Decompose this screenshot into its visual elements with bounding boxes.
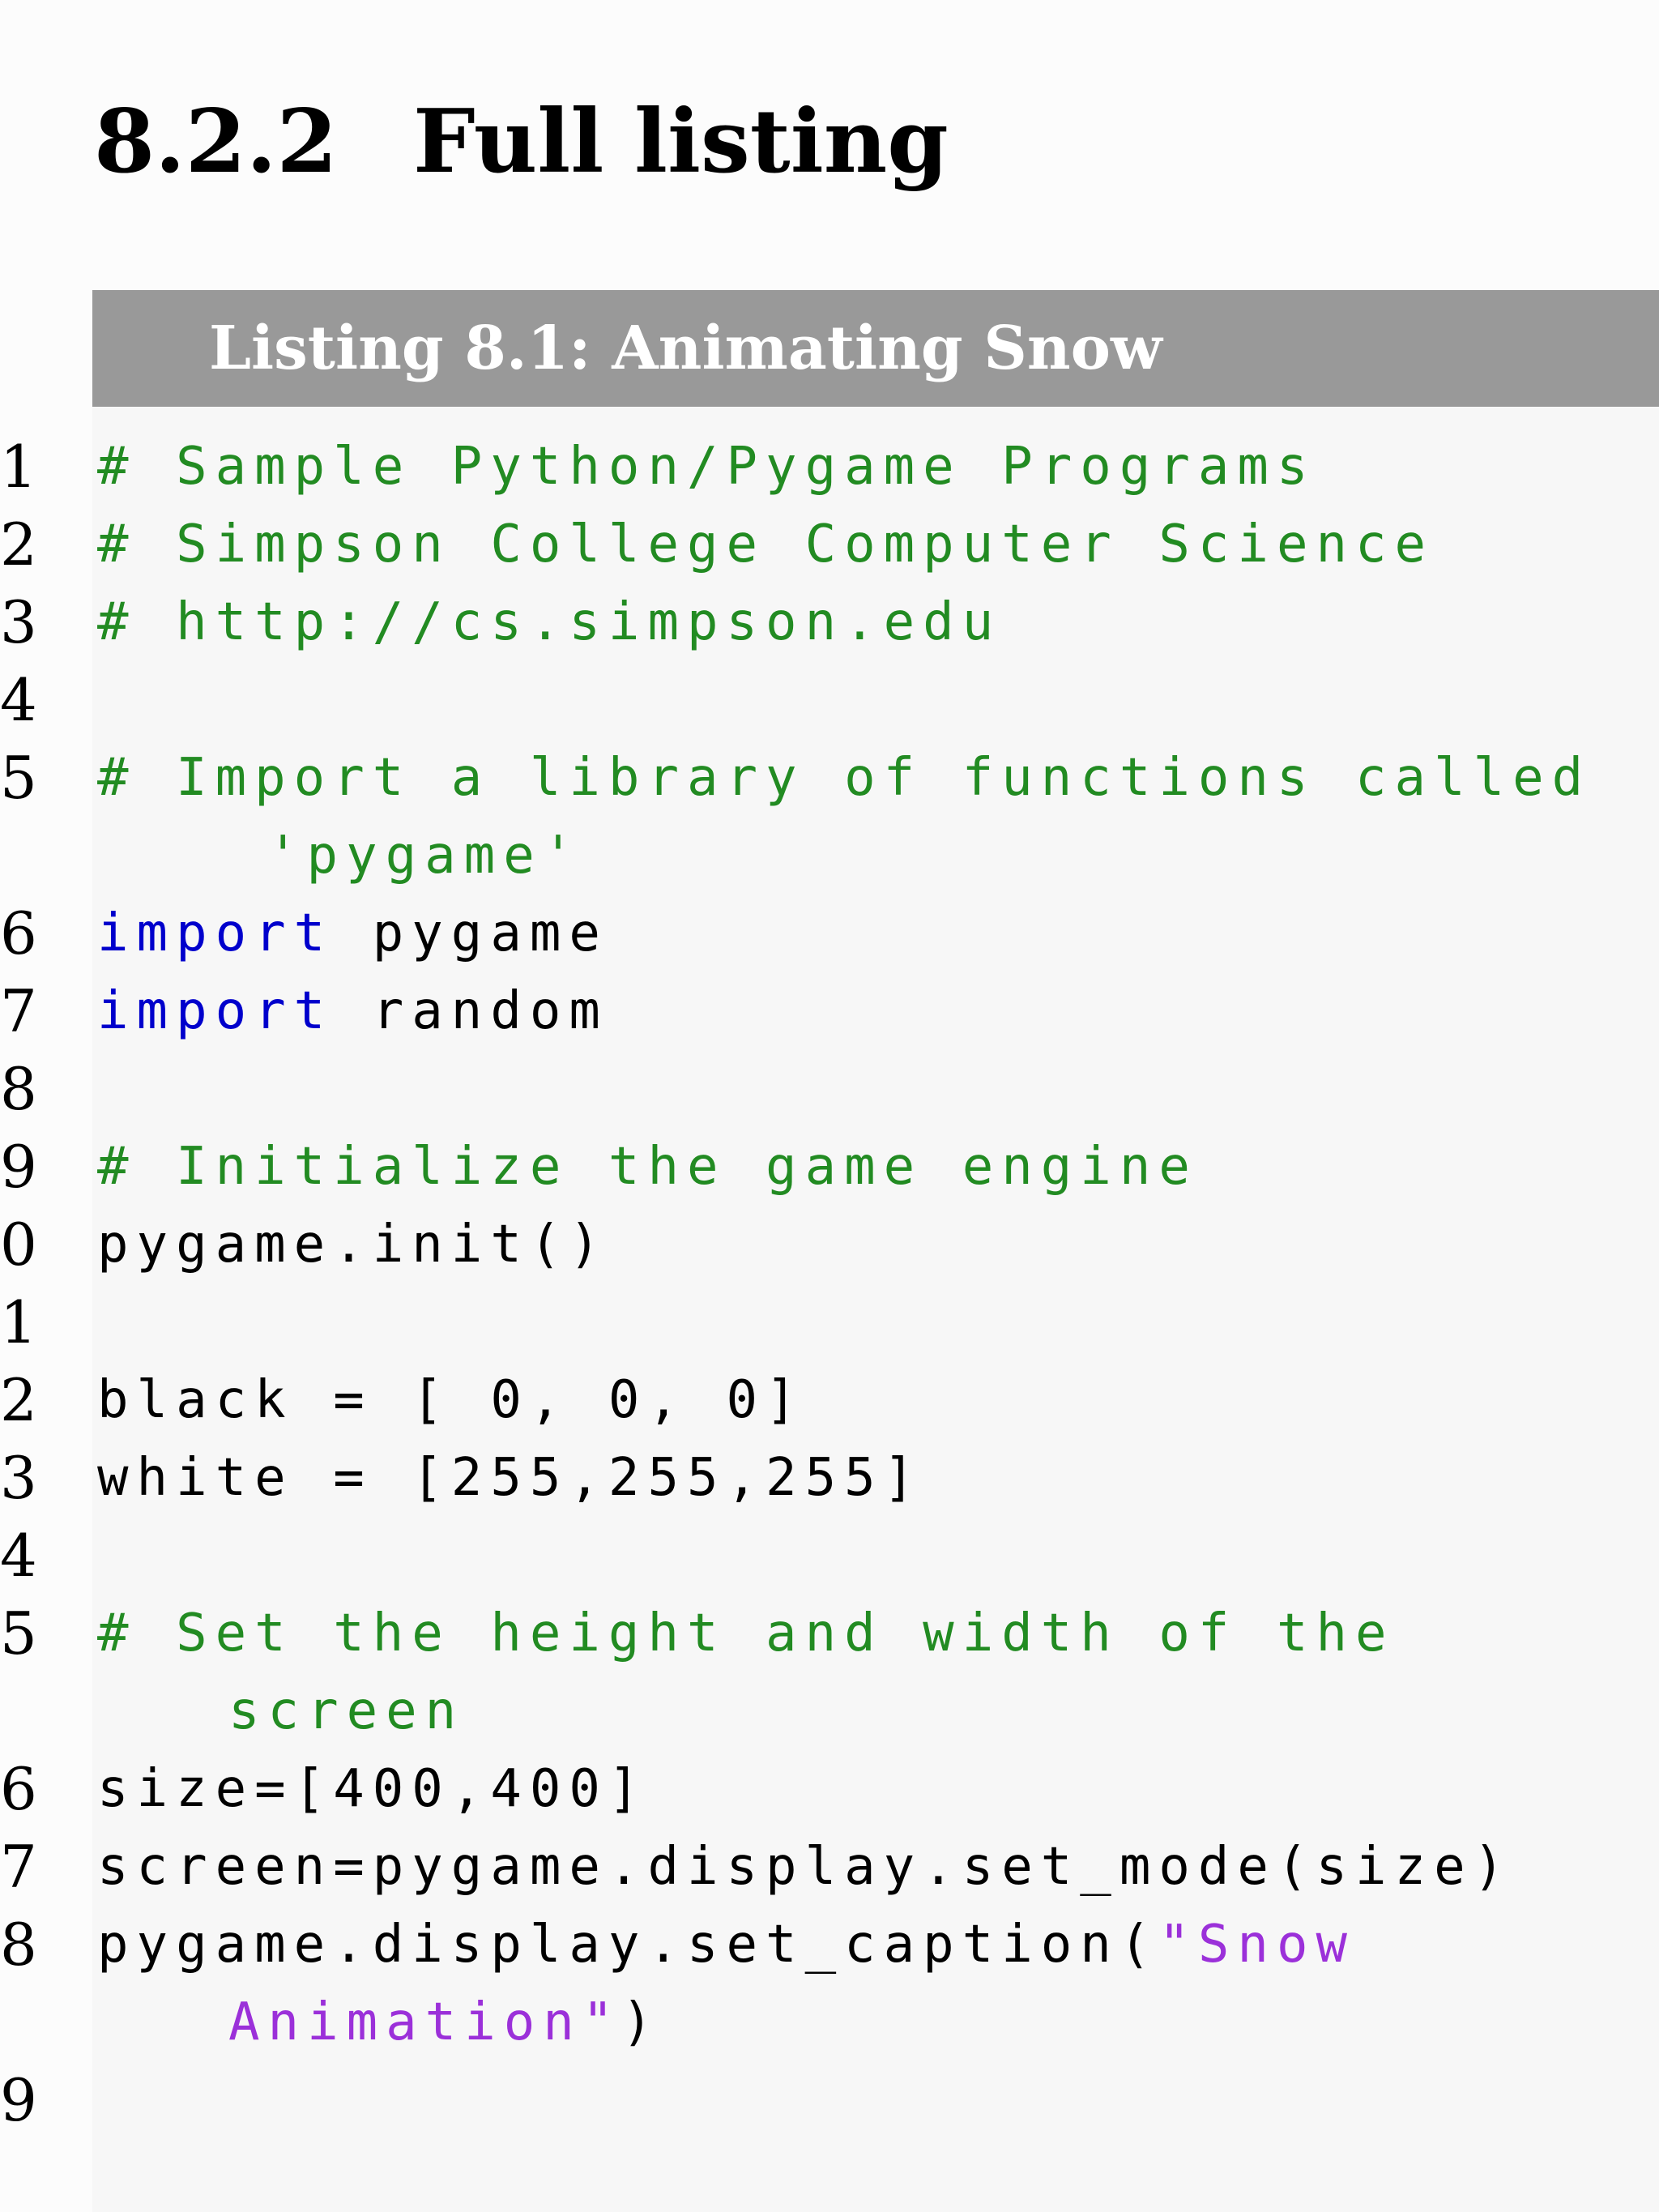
line-number: 5 <box>0 1599 37 1668</box>
line-number: 9 <box>0 2066 37 2134</box>
keyword: import <box>97 981 334 1041</box>
code-text: pygame.display.set_caption( <box>97 1915 1159 1975</box>
section-title: Full listing <box>413 91 949 193</box>
code-line-comment: # http://cs.simpson.edu <box>97 592 1002 652</box>
line-number: 4 <box>0 666 37 734</box>
line-number: 3 <box>0 1444 37 1512</box>
line-number: 4 <box>0 1522 37 1590</box>
line-number: 7 <box>0 1833 37 1901</box>
line-number: 5 <box>0 744 37 812</box>
line-number: 7 <box>0 977 37 1045</box>
code-line-comment-continuation: screen <box>228 1681 465 1741</box>
line-number: 2 <box>0 1366 37 1434</box>
line-number: 6 <box>0 1755 37 1823</box>
code-text: pygame <box>333 903 608 963</box>
code-line: black = [ 0, 0, 0] <box>97 1370 805 1430</box>
line-number: 8 <box>0 1911 37 1979</box>
line-number: 8 <box>0 1055 37 1123</box>
line-number: 6 <box>0 899 37 967</box>
line-number: 2 <box>0 510 37 579</box>
code-line: import random <box>97 972 608 1050</box>
section-heading: 8.2.2 Full listing <box>94 85 949 199</box>
line-number: 1 <box>0 1288 37 1356</box>
line-number: 9 <box>0 1133 37 1201</box>
code-line-comment: # Initialize the game engine <box>97 1137 1198 1197</box>
code-line: screen=pygame.display.set_mode(size) <box>97 1837 1513 1897</box>
listing-caption: Listing 8.1: Animating Snow <box>209 314 1162 383</box>
code-line-comment: # Set the height and width of the <box>97 1603 1395 1663</box>
keyword: import <box>97 903 334 963</box>
line-number: 3 <box>0 588 37 656</box>
code-line-comment: # Sample Python/Pygame Programs <box>97 437 1316 497</box>
section-number: 8.2.2 <box>94 91 338 193</box>
code-text: ) <box>621 1992 661 2052</box>
code-line-comment: # Simpson College Computer Science <box>97 515 1435 574</box>
string-literal: Animation" <box>228 1992 622 2052</box>
code-line-continuation: Animation") <box>228 1984 661 2061</box>
string-literal: "Snow <box>1158 1915 1355 1975</box>
code-line: import pygame <box>97 895 608 972</box>
code-text: random <box>333 981 608 1041</box>
code-line-comment: # Import a library of functions called <box>97 748 1592 808</box>
code-line: pygame.init() <box>97 1215 608 1275</box>
code-line: white = [255,255,255] <box>97 1448 923 1508</box>
document-page: 8.2.2 Full listing Listing 8.1: Animating… <box>0 0 1659 2212</box>
code-line: size=[400,400] <box>97 1759 648 1819</box>
code-line-comment-continuation: 'pygame' <box>267 826 582 886</box>
line-number: 0 <box>0 1211 37 1279</box>
code-line: pygame.display.set_caption("Snow <box>97 1906 1355 1984</box>
line-number: 1 <box>0 433 37 501</box>
